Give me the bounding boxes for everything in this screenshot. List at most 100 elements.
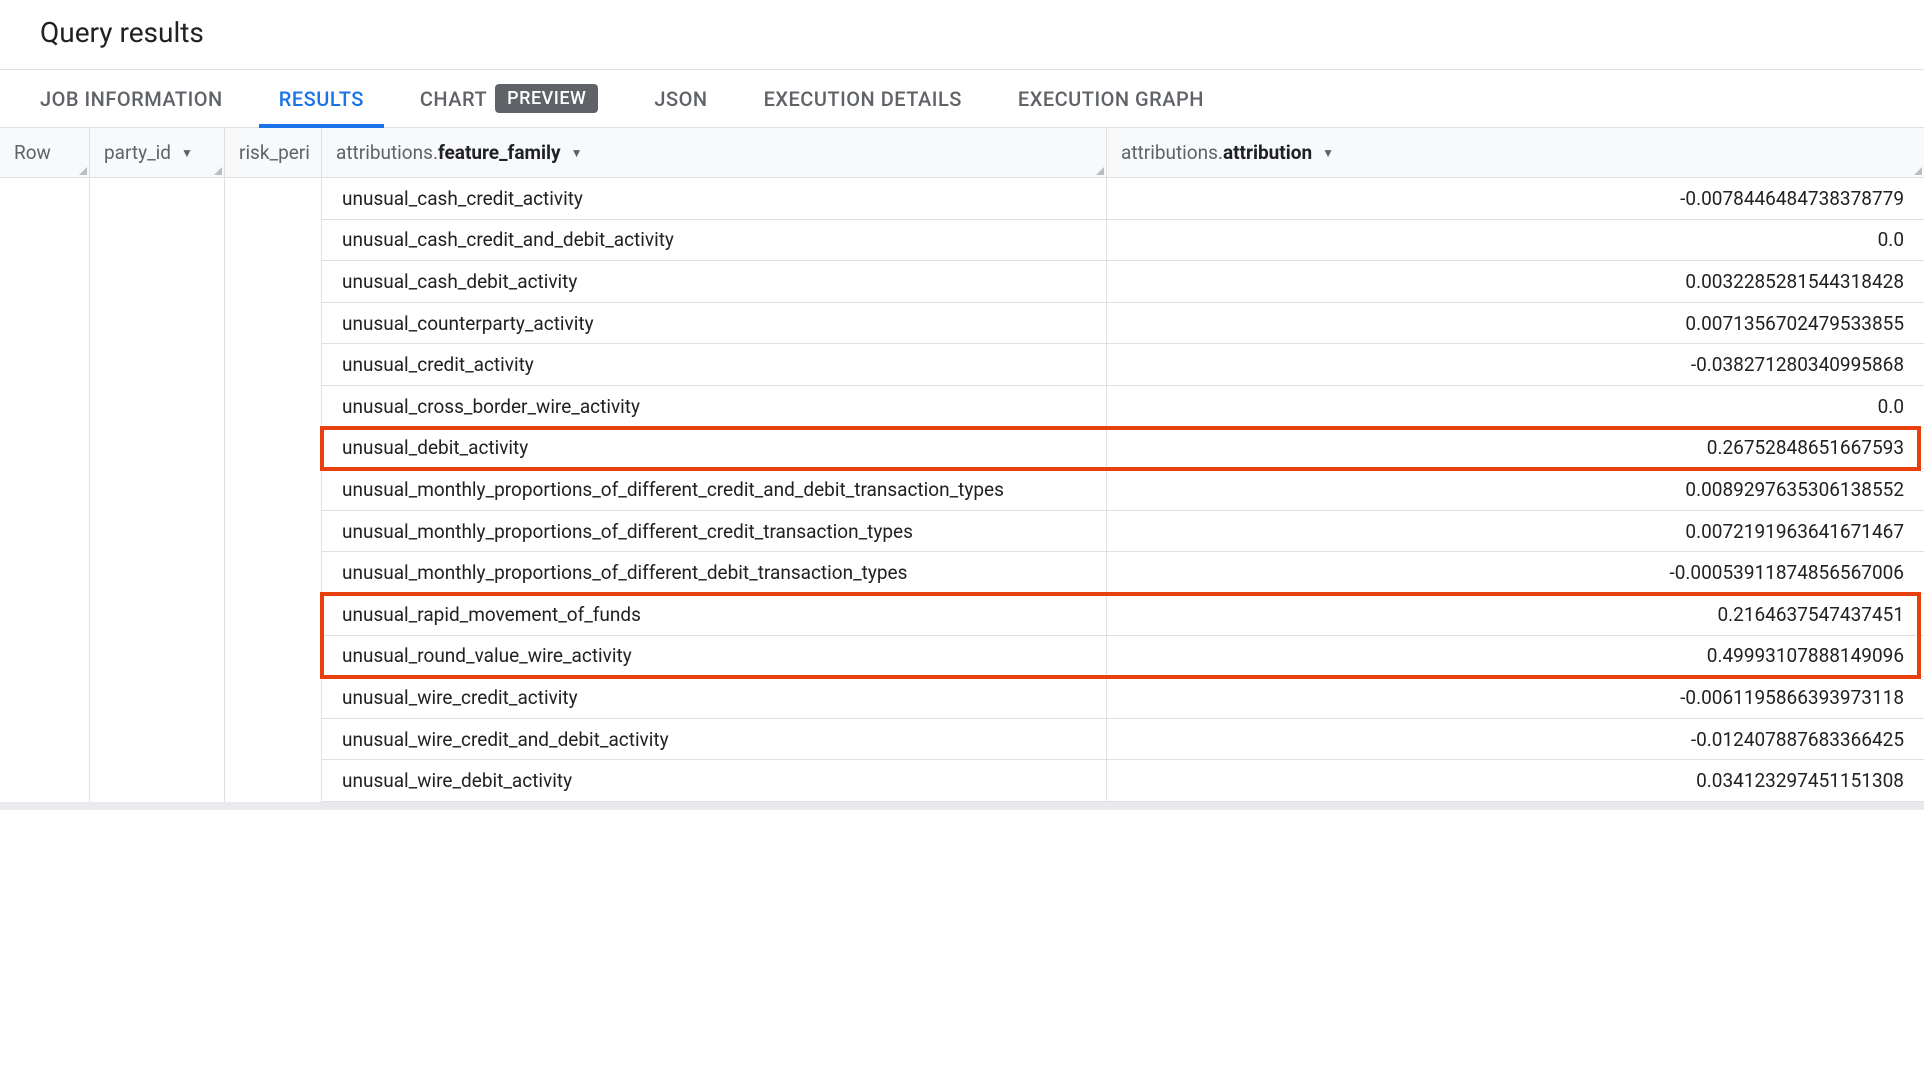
page-title: Query results bbox=[40, 16, 1884, 49]
column-header-attribution[interactable]: attributions.attribution ▼ bbox=[1107, 128, 1924, 177]
column-header-feature-family[interactable]: attributions.feature_family ▼ bbox=[322, 128, 1107, 177]
table-cell bbox=[90, 178, 225, 220]
table-cell bbox=[0, 594, 90, 636]
table-cell bbox=[0, 178, 90, 220]
table-cell bbox=[90, 552, 225, 594]
table-cell bbox=[225, 303, 322, 345]
column-header-row[interactable]: Row bbox=[0, 128, 90, 177]
table-cell bbox=[225, 760, 322, 802]
table-cell bbox=[225, 386, 322, 428]
feature-cell: unusual_cross_border_wire_activity bbox=[322, 386, 1107, 428]
chevron-down-icon[interactable]: ▼ bbox=[1322, 146, 1334, 160]
table-cell bbox=[0, 552, 90, 594]
table-cell bbox=[0, 220, 90, 262]
table-cell bbox=[225, 636, 322, 678]
tab-chart-label: CHART bbox=[420, 87, 487, 111]
table-cell bbox=[0, 469, 90, 511]
table-cell bbox=[225, 511, 322, 553]
feature-cell: unusual_cash_debit_activity bbox=[322, 261, 1107, 303]
column-header-risk-peri[interactable]: risk_peri bbox=[225, 128, 322, 177]
table-cell bbox=[225, 178, 322, 220]
table-cell bbox=[90, 594, 225, 636]
tab-chart[interactable]: CHART PREVIEW bbox=[420, 70, 599, 127]
feature-cell: unusual_monthly_proportions_of_different… bbox=[322, 552, 1107, 594]
feature-cell: unusual_cash_credit_and_debit_activity bbox=[322, 220, 1107, 262]
attribution-cell: 0.0032285281544318428 bbox=[1107, 261, 1924, 303]
feature-cell: unusual_cash_credit_activity bbox=[322, 178, 1107, 220]
resize-handle-icon[interactable] bbox=[212, 165, 222, 175]
table-cell bbox=[0, 261, 90, 303]
table-cell bbox=[90, 303, 225, 345]
feature-cell: unusual_monthly_proportions_of_different… bbox=[322, 469, 1107, 511]
attribution-cell: 0.2164637547437451 bbox=[1107, 594, 1924, 636]
table-cell bbox=[225, 428, 322, 470]
feature-cell: unusual_counterparty_activity bbox=[322, 303, 1107, 345]
chevron-down-icon[interactable]: ▼ bbox=[571, 146, 583, 160]
row-number-column bbox=[0, 178, 90, 802]
party-id-column bbox=[90, 178, 225, 802]
table-cell bbox=[0, 636, 90, 678]
tab-job-information[interactable]: JOB INFORMATION bbox=[40, 70, 223, 127]
preview-badge: PREVIEW bbox=[495, 84, 598, 113]
table-cell bbox=[90, 428, 225, 470]
risk-peri-column bbox=[225, 178, 322, 802]
table-cell bbox=[0, 760, 90, 802]
table-cell bbox=[90, 261, 225, 303]
resize-handle-icon[interactable] bbox=[77, 165, 87, 175]
table-cell bbox=[225, 220, 322, 262]
attribution-cell: -0.0078446484738378779 bbox=[1107, 178, 1924, 220]
tab-json[interactable]: JSON bbox=[654, 70, 707, 127]
feature-family-column: unusual_cash_credit_activityunusual_cash… bbox=[322, 178, 1107, 802]
column-header-party-id[interactable]: party_id ▼ bbox=[90, 128, 225, 177]
table-cell bbox=[90, 469, 225, 511]
table-cell bbox=[90, 511, 225, 553]
attribution-cell: 0.0072191963641671467 bbox=[1107, 511, 1924, 553]
table-header-row: Row party_id ▼ risk_peri attributions.fe… bbox=[0, 128, 1924, 178]
table-cell bbox=[0, 344, 90, 386]
table-cell bbox=[90, 677, 225, 719]
table-cell bbox=[225, 719, 322, 761]
attribution-cell: -0.012407887683366425 bbox=[1107, 719, 1924, 761]
resize-handle-icon[interactable] bbox=[1094, 165, 1104, 175]
chevron-down-icon[interactable]: ▼ bbox=[181, 146, 193, 160]
table-cell bbox=[0, 428, 90, 470]
feature-cell: unusual_round_value_wire_activity bbox=[322, 636, 1107, 678]
table-cell bbox=[90, 760, 225, 802]
table-body: unusual_cash_credit_activityunusual_cash… bbox=[0, 178, 1924, 802]
results-header: Query results bbox=[0, 0, 1924, 70]
tab-results[interactable]: RESULTS bbox=[279, 70, 364, 127]
attribution-column: -0.00784464847383787790.00.0032285281544… bbox=[1107, 178, 1924, 802]
feature-cell: unusual_debit_activity bbox=[322, 428, 1107, 470]
tab-execution-graph[interactable]: EXECUTION GRAPH bbox=[1018, 70, 1204, 127]
table-cell bbox=[225, 552, 322, 594]
table-cell bbox=[90, 719, 225, 761]
table-cell bbox=[0, 511, 90, 553]
scrollbar-track[interactable] bbox=[0, 802, 1924, 810]
attribution-cell: 0.034123297451151308 bbox=[1107, 760, 1924, 802]
feature-cell: unusual_rapid_movement_of_funds bbox=[322, 594, 1107, 636]
attribution-cell: 0.26752848651667593 bbox=[1107, 428, 1924, 470]
tabs-container: JOB INFORMATION RESULTS CHART PREVIEW JS… bbox=[0, 70, 1924, 128]
resize-handle-icon[interactable] bbox=[1912, 165, 1922, 175]
table-cell bbox=[0, 303, 90, 345]
table-cell bbox=[225, 469, 322, 511]
table-cell bbox=[0, 719, 90, 761]
attribution-cell: -0.00053911874856567006 bbox=[1107, 552, 1924, 594]
feature-cell: unusual_wire_credit_and_debit_activity bbox=[322, 719, 1107, 761]
table-cell bbox=[225, 344, 322, 386]
table-cell bbox=[0, 677, 90, 719]
table-cell bbox=[90, 636, 225, 678]
feature-cell: unusual_monthly_proportions_of_different… bbox=[322, 511, 1107, 553]
feature-cell: unusual_wire_credit_activity bbox=[322, 677, 1107, 719]
attribution-cell: 0.0071356702479533855 bbox=[1107, 303, 1924, 345]
table-cell bbox=[225, 261, 322, 303]
feature-cell: unusual_wire_debit_activity bbox=[322, 760, 1107, 802]
tab-execution-details[interactable]: EXECUTION DETAILS bbox=[764, 70, 962, 127]
attribution-cell: 0.49993107888149096 bbox=[1107, 636, 1924, 678]
attribution-cell: -0.038271280340995868 bbox=[1107, 344, 1924, 386]
table-cell bbox=[0, 386, 90, 428]
table-cell bbox=[225, 594, 322, 636]
feature-cell: unusual_credit_activity bbox=[322, 344, 1107, 386]
attribution-cell: -0.0061195866393973118 bbox=[1107, 677, 1924, 719]
attribution-cell: 0.0089297635306138552 bbox=[1107, 469, 1924, 511]
